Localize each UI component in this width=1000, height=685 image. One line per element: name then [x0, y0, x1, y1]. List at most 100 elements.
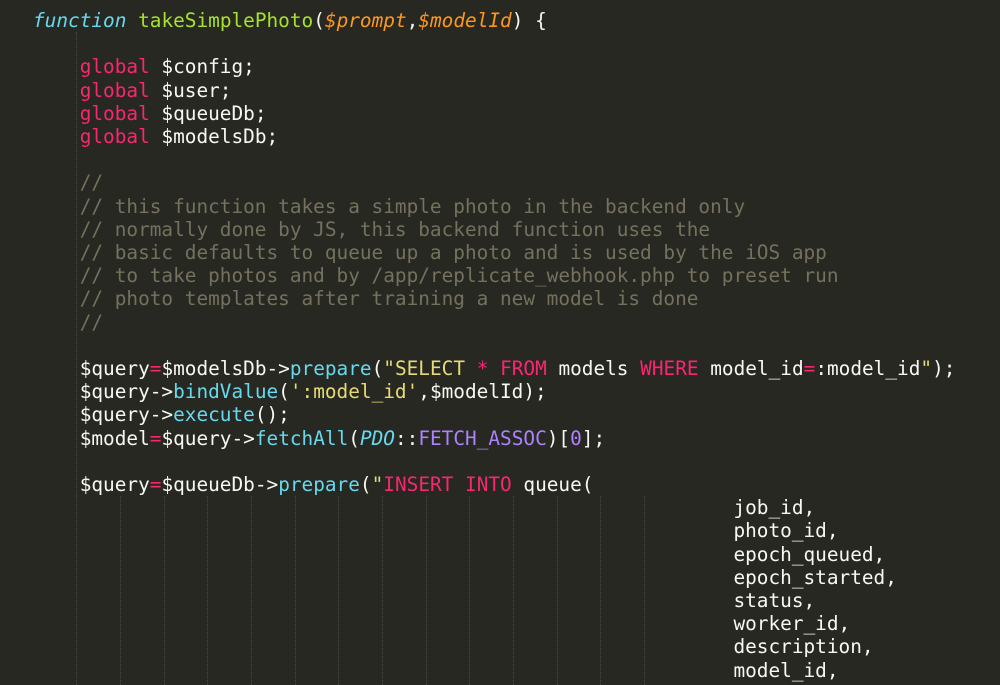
- code-token: fetchAll: [254, 426, 349, 450]
- code-line[interactable]: // normally done by JS, this backend fun…: [33, 218, 710, 241]
- code-token: $query->: [161, 426, 255, 450]
- code-token: global: [79, 101, 150, 125]
- code-line[interactable]: model_id,: [33, 658, 839, 682]
- code-token: model_id,: [33, 658, 839, 682]
- code-line[interactable]: job_id,: [33, 496, 815, 519]
- code-line[interactable]: // to take photos and by /app/replicate_…: [33, 264, 839, 287]
- code-token: $query->: [33, 403, 174, 427]
- code-line[interactable]: description,: [33, 635, 874, 659]
- code-token: global: [79, 55, 150, 79]
- code-token: $query->: [33, 380, 174, 404]
- code-token: execute: [173, 403, 255, 427]
- code-token: $queueDb->: [161, 473, 279, 496]
- code-token: =: [149, 357, 162, 380]
- code-editor[interactable]: function takeSimplePhoto($prompt,$modelI…: [0, 0, 1000, 685]
- code-token: photo_id,: [33, 519, 839, 543]
- code-token: global: [79, 78, 150, 102]
- code-token: ) {: [511, 9, 547, 32]
- code-token: bindValue: [173, 380, 279, 404]
- code-token: $query: [33, 473, 150, 496]
- code-token: models: [546, 357, 641, 380]
- code-token: (: [313, 9, 325, 32]
- code-token: "SELECT: [383, 357, 477, 380]
- code-token: $modelsDb->: [161, 357, 290, 380]
- code-line[interactable]: global $user;: [33, 78, 232, 102]
- code-token: $prompt: [324, 9, 407, 32]
- code-token: FETCH_ASSOC: [418, 426, 547, 450]
- code-line[interactable]: $query->bindValue(':model_id',$modelId);: [33, 380, 547, 403]
- code-token: // photo templates after training a new …: [33, 287, 699, 311]
- code-token: *: [476, 357, 489, 380]
- code-token: global: [79, 125, 150, 148]
- code-token: ,$modelId);: [418, 380, 547, 404]
- code-token: (: [359, 473, 372, 496]
- code-line[interactable]: global $modelsDb;: [33, 125, 278, 148]
- code-token: PDO: [359, 426, 395, 450]
- code-token: ": [371, 473, 384, 496]
- code-line[interactable]: $query=$modelsDb->prepare("SELECT * FROM…: [33, 357, 956, 380]
- code-token: ':model_id': [289, 380, 419, 404]
- code-token: function: [33, 9, 127, 32]
- code-line[interactable]: $query=$queueDb->prepare("INSERT INTO qu…: [33, 473, 594, 496]
- code-line[interactable]: worker_id,: [33, 612, 850, 635]
- code-token: // this function takes a simple photo in…: [33, 194, 746, 218]
- code-token: )[: [546, 426, 571, 450]
- code-token: );: [932, 357, 956, 380]
- code-token: description,: [33, 635, 874, 659]
- code-token: worker_id,: [33, 612, 851, 636]
- code-line[interactable]: //: [33, 171, 103, 194]
- code-line[interactable]: function takeSimplePhoto($prompt,$modelI…: [33, 9, 547, 32]
- code-line[interactable]: epoch_queued,: [33, 543, 885, 566]
- code-token: WHERE: [640, 357, 699, 380]
- code-line[interactable]: // this function takes a simple photo in…: [33, 195, 745, 218]
- code-token: ,: [406, 9, 419, 32]
- code-line[interactable]: // photo templates after training a new …: [33, 287, 699, 311]
- code-token: $modelsDb;: [149, 125, 279, 148]
- code-token: //: [33, 310, 104, 334]
- code-token: job_id,: [33, 496, 816, 520]
- code-token: =: [149, 473, 162, 496]
- code-token: // normally done by JS, this backend fun…: [33, 217, 711, 241]
- code-token: $user;: [149, 78, 232, 102]
- code-token: =: [149, 426, 162, 450]
- code-token: ();: [254, 403, 290, 427]
- code-token: INSERT INTO: [383, 473, 512, 496]
- code-token: ": [920, 357, 933, 380]
- code-token: $config;: [149, 55, 255, 79]
- code-token: =: [803, 357, 816, 380]
- code-token: takeSimplePhoto: [138, 9, 314, 32]
- code-line[interactable]: // basic defaults to queue up a photo an…: [33, 241, 827, 264]
- code-token: model_id: [698, 357, 804, 380]
- code-line[interactable]: global $queueDb;: [33, 102, 267, 125]
- code-line[interactable]: epoch_started,: [33, 566, 896, 589]
- code-token: queue(: [511, 473, 594, 496]
- code-token: $modelId: [418, 9, 512, 32]
- code-line[interactable]: photo_id,: [33, 519, 839, 543]
- code-token: ];: [581, 426, 606, 450]
- code-token: // to take photos and by /app/replicate_…: [33, 264, 839, 288]
- code-line[interactable]: global $config;: [33, 55, 255, 78]
- code-token: (: [348, 426, 360, 450]
- code-line[interactable]: $model=$query->fetchAll(PDO::FETCH_ASSOC…: [33, 427, 605, 450]
- code-token: $queueDb;: [149, 101, 267, 125]
- code-token: :model_id: [815, 357, 921, 380]
- code-line[interactable]: $query->execute();: [33, 403, 290, 426]
- code-line[interactable]: status,: [33, 589, 815, 612]
- code-token: ::: [394, 426, 419, 450]
- code-token: FROM: [500, 357, 547, 380]
- code-token: prepare: [278, 473, 360, 496]
- code-token: (: [371, 357, 384, 380]
- code-line[interactable]: //: [33, 311, 103, 334]
- code-token: $model: [33, 426, 150, 450]
- code-token: (: [278, 380, 290, 404]
- code-token: // basic defaults to queue up a photo an…: [33, 241, 827, 264]
- code-token: $query: [33, 357, 150, 380]
- code-token: status,: [33, 589, 816, 612]
- code-token: //: [33, 171, 104, 195]
